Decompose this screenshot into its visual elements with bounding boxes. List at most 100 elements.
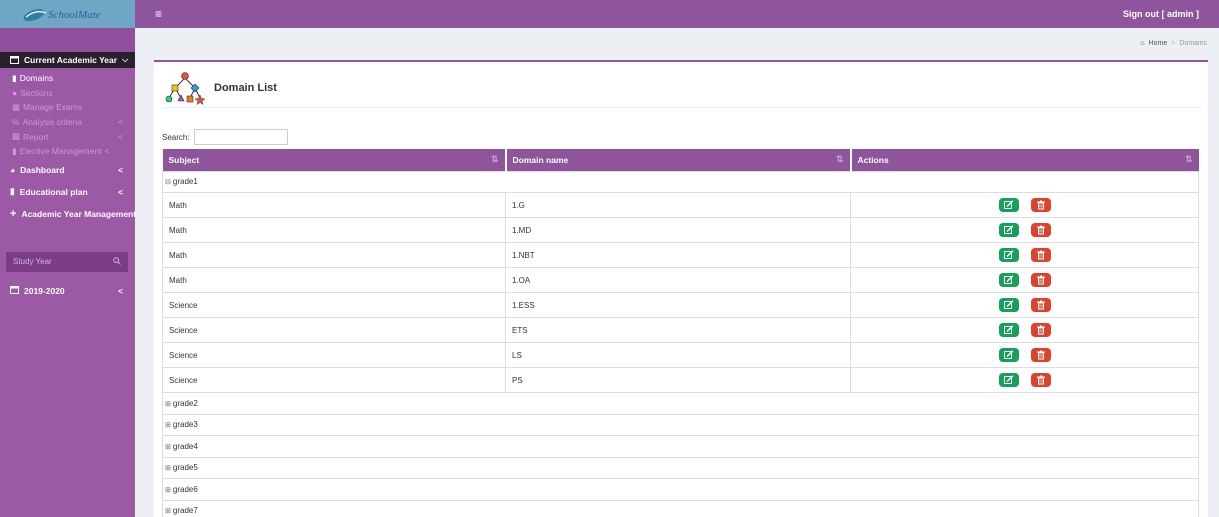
cell-actions <box>850 267 1199 293</box>
chevron-down-icon: ⌵ <box>122 55 129 64</box>
table-row: Science ETS <box>162 317 1199 343</box>
sidebar-item-dashboard[interactable]: ◕ Dashboard < <box>0 159 135 181</box>
group-row-grade3[interactable]: ⊞ grade3 <box>162 413 1199 436</box>
book-icon: ▮ <box>12 72 17 83</box>
expand-icon[interactable]: ⊞ <box>165 400 171 408</box>
sidebar-item-year[interactable]: 2019-2020 < <box>0 280 135 302</box>
cell-domain-name: PS <box>505 367 851 393</box>
edit-button[interactable] <box>998 298 1019 312</box>
search-icon[interactable] <box>113 256 121 267</box>
edit-button[interactable] <box>998 323 1019 337</box>
expand-icon[interactable]: ⊞ <box>165 507 171 515</box>
topbar: ≡ Sign out [ admin ] <box>135 0 1219 28</box>
group-label: grade6 <box>172 484 198 494</box>
table-row: Math 1.OA <box>162 267 1199 293</box>
search-label: Search: <box>162 132 190 142</box>
sidebar-item-sections[interactable]: ● Sections <box>0 86 135 101</box>
cell-subject: Science <box>162 342 506 368</box>
cell-actions <box>850 217 1199 243</box>
domain-table: Subject ⇅ Domain name ⇅ Actions ⇅ ⊟ grade1 Ma… <box>162 149 1199 517</box>
users-icon: ● <box>12 87 18 98</box>
cell-actions <box>850 342 1199 368</box>
search-input[interactable] <box>193 129 288 145</box>
page-title: Domain List <box>214 81 277 94</box>
table-row: Science PS <box>162 367 1199 393</box>
book-icon: ▮ <box>12 145 17 156</box>
academic-year-submenu: ▮ Domains ● Sections ▦ Manage Exams % An… <box>0 68 135 159</box>
group-cell[interactable]: ⊟ grade1 <box>162 170 1199 193</box>
cell-domain-name: 1.NBT <box>505 242 851 268</box>
logo-image: SchoolMate <box>23 8 100 22</box>
cell-subject: Math <box>162 192 506 218</box>
group-row-grade6[interactable]: ⊞ grade6 <box>162 478 1199 501</box>
study-year-input[interactable]: Study Year <box>13 257 52 266</box>
sidebar-item-academic-year-management[interactable]: + Academic Year Management <box>0 203 135 225</box>
delete-button[interactable] <box>1030 348 1051 362</box>
chevron-left-icon: < <box>104 146 110 157</box>
hierarchy-icon <box>165 71 206 105</box>
delete-button[interactable] <box>1030 248 1051 262</box>
cell-subject: Science <box>162 367 506 393</box>
expand-icon[interactable]: ⊞ <box>165 486 171 494</box>
expand-icon[interactable]: ⊞ <box>165 464 171 472</box>
edit-button[interactable] <box>998 198 1019 212</box>
expand-icon[interactable]: ⊞ <box>165 443 171 451</box>
delete-button[interactable] <box>1030 223 1051 237</box>
chevron-left-icon: < <box>118 164 123 175</box>
delete-button[interactable] <box>1030 273 1051 287</box>
cell-actions <box>850 292 1199 318</box>
table-row: Math 1.G <box>162 192 1199 218</box>
column-header-subject[interactable]: Subject ⇅ <box>162 149 507 171</box>
sort-icon: ⇅ <box>1184 154 1193 164</box>
study-year-search[interactable]: Study Year <box>6 251 128 272</box>
sidebar-item-manage-exams[interactable]: ▦ Manage Exams <box>0 100 135 115</box>
delete-button[interactable] <box>1030 323 1051 337</box>
logo[interactable]: SchoolMate <box>0 0 135 28</box>
delete-button[interactable] <box>1030 373 1051 387</box>
home-icon[interactable]: ⌂ <box>1140 40 1144 47</box>
expand-icon[interactable]: ⊞ <box>165 421 171 429</box>
edit-button[interactable] <box>998 223 1019 237</box>
group-cell[interactable]: ⊞ grade6 <box>162 478 1199 501</box>
sidebar-item-domains[interactable]: ▮ Domains <box>0 71 135 86</box>
group-row-grade7[interactable]: ⊞ grade7 <box>162 499 1199 517</box>
table-row: Math 1.MD <box>162 217 1199 243</box>
sidebar-item-educational-plan[interactable]: ▮ Educational plan < <box>0 181 135 203</box>
current-academic-year-toggle[interactable]: Current Academic Year ⌵ <box>0 52 135 68</box>
signout-link[interactable]: Sign out [ admin ] <box>1123 9 1199 19</box>
edit-button[interactable] <box>998 348 1019 362</box>
collapse-icon[interactable]: ⊟ <box>165 178 171 186</box>
hamburger-icon[interactable]: ≡ <box>155 7 162 21</box>
delete-button[interactable] <box>1030 198 1051 212</box>
group-row-grade2[interactable]: ⊞ grade2 <box>162 392 1199 415</box>
breadcrumb-separator: > <box>1171 40 1176 47</box>
group-cell[interactable]: ⊞ grade2 <box>162 392 1199 415</box>
table-search: Search: <box>162 129 288 145</box>
group-label: grade4 <box>172 441 198 451</box>
column-header-actions[interactable]: Actions ⇅ <box>850 149 1199 171</box>
cell-domain-name: ETS <box>505 317 851 343</box>
chevron-left-icon: < <box>118 131 123 142</box>
group-row-grade5[interactable]: ⊞ grade5 <box>162 456 1199 479</box>
column-header-domain-name[interactable]: Domain name ⇅ <box>505 149 852 171</box>
edit-button[interactable] <box>998 248 1019 262</box>
sidebar-item-analysis-criteria[interactable]: % Analysis criteria < <box>0 115 135 130</box>
edit-button[interactable] <box>998 373 1019 387</box>
chevron-left-icon: < <box>118 186 123 197</box>
group-cell[interactable]: ⊞ grade3 <box>162 413 1199 436</box>
cell-domain-name: 1.OA <box>505 267 851 293</box>
sidebar-item-elective-management[interactable]: ▮ Elective Management < <box>0 144 135 159</box>
cell-actions <box>850 317 1199 343</box>
calendar-icon <box>10 285 19 296</box>
group-cell[interactable]: ⊞ grade4 <box>162 435 1199 458</box>
sidebar-item-report[interactable]: ▩ Report < <box>0 129 135 144</box>
cell-domain-name: LS <box>505 342 851 368</box>
edit-button[interactable] <box>998 273 1019 287</box>
group-cell[interactable]: ⊞ grade7 <box>162 499 1199 517</box>
group-cell[interactable]: ⊞ grade5 <box>162 456 1199 479</box>
group-row-grade4[interactable]: ⊞ grade4 <box>162 435 1199 458</box>
group-label: grade5 <box>172 463 198 473</box>
delete-button[interactable] <box>1030 298 1051 312</box>
group-row-grade1[interactable]: ⊟ grade1 <box>162 170 1199 193</box>
breadcrumb-home[interactable]: Home <box>1149 40 1168 47</box>
